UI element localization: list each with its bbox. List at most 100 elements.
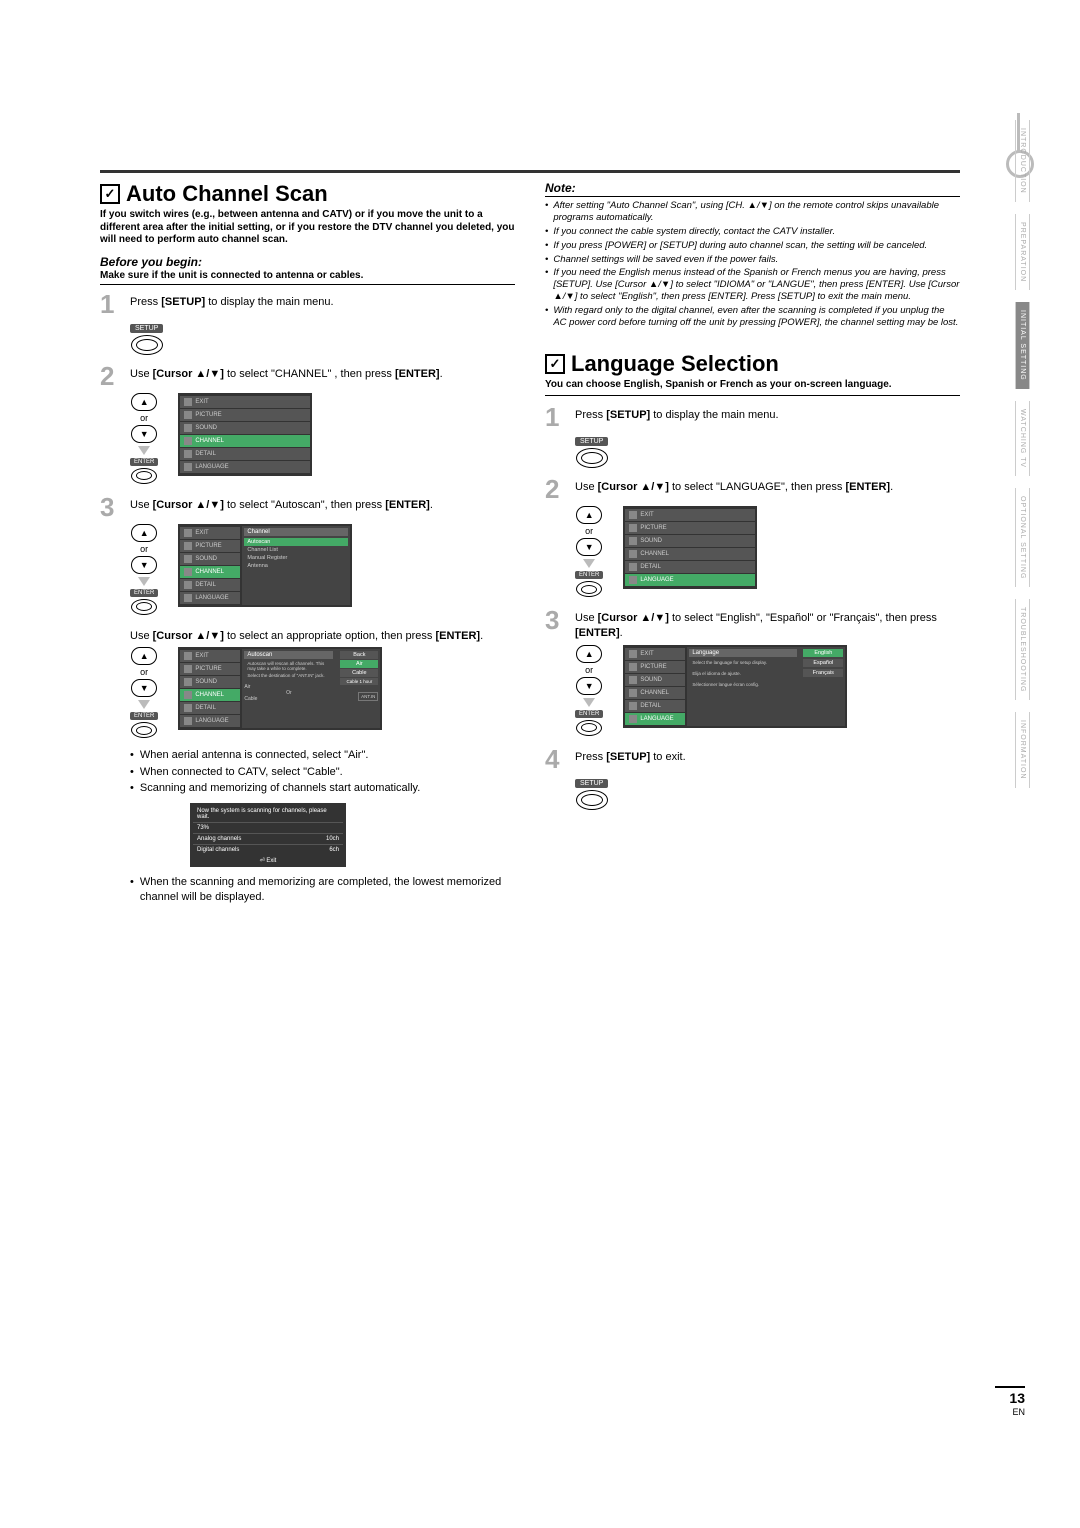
menu-sound: SOUND — [180, 422, 310, 434]
menu-channel: CHANNEL — [180, 566, 240, 578]
auto-scan-heading: ✓ Auto Channel Scan — [100, 181, 515, 207]
bullet-item: When connected to CATV, select "Cable". — [130, 765, 515, 780]
menu-exit: EXIT — [180, 396, 310, 408]
menu-sound: SOUND — [180, 553, 240, 565]
note-item: After setting "Auto Channel Scan", using… — [545, 200, 960, 224]
menu-language: LANGUAGE — [180, 592, 240, 604]
menu-exit: EXIT — [180, 650, 240, 662]
step-2: 2 Use [Cursor ▲/▼] to select "LANGUAGE",… — [545, 476, 960, 502]
menu-detail: DETAIL — [180, 579, 240, 591]
setup-button-icon — [131, 335, 163, 355]
or-label: or — [585, 526, 593, 536]
language-title: Language Selection — [571, 351, 779, 377]
tab-preparation: PREPARATION — [1015, 214, 1030, 290]
lang-row-es: Elija el idioma de ajuste. — [689, 670, 797, 677]
cursor-enter-graphic: ▲ or ▼ ENTER EXIT PICTURE SOUND CHANNEL … — [575, 506, 960, 597]
cursor-down-icon: ▼ — [131, 425, 157, 443]
bullet-item: When the scanning and memorizing are com… — [130, 875, 515, 906]
menu-detail: DETAIL — [625, 561, 755, 573]
step-number: 4 — [545, 746, 567, 772]
manual-page: INTRODUCTION PREPARATION INITIAL SETTING… — [0, 0, 1080, 1528]
scan-exit-label: ⏎ Exit — [193, 855, 343, 864]
menu-channel: CHANNEL — [625, 687, 685, 699]
cursor-down-icon: ▼ — [576, 677, 602, 695]
step-3: 3 Use [Cursor ▲/▼] to select "Autoscan",… — [100, 494, 515, 520]
submenu-manual-register: Manual Register — [244, 554, 348, 562]
submenu-antenna: Antenna — [244, 562, 348, 570]
lang-opt-english: English — [803, 649, 843, 657]
opt-cable: Cable — [340, 669, 378, 677]
bullet-item: Scanning and memorizing of channels star… — [130, 781, 515, 796]
submenu-title: Channel — [244, 528, 348, 536]
on-screen-menu: EXIT PICTURE SOUND CHANNEL DETAIL LANGUA… — [178, 393, 312, 476]
enter-button-icon — [131, 599, 157, 615]
or-label: or — [140, 667, 148, 677]
tab-watching-tv: WATCHING TV — [1015, 401, 1030, 476]
note-list: After setting "Auto Channel Scan", using… — [545, 200, 960, 329]
step-text: Use [Cursor ▲/▼] to select "Autoscan", t… — [130, 494, 515, 520]
enter-button-label: ENTER — [575, 710, 603, 718]
or-label: or — [140, 544, 148, 554]
enter-button-icon — [131, 722, 157, 738]
setup-button-graphic: SETUP — [575, 434, 960, 468]
step-text: Press [SETUP] to display the main menu. — [575, 404, 960, 430]
cursor-up-icon: ▲ — [576, 506, 602, 524]
side-tabs: INTRODUCTION PREPARATION INITIAL SETTING… — [1015, 120, 1030, 788]
setup-button-graphic: SETUP — [130, 321, 515, 355]
submenu-channel-list: Channel List — [244, 546, 348, 554]
menu-exit: EXIT — [625, 648, 685, 660]
scanning-progress-box: Now the system is scanning for channels,… — [190, 803, 346, 867]
setup-button-label: SETUP — [575, 779, 608, 788]
opt-air: Air — [340, 660, 378, 668]
cursor-down-icon: ▼ — [576, 538, 602, 556]
step-number: 2 — [545, 476, 567, 502]
triangle-down-icon — [583, 559, 595, 568]
menu-detail: DETAIL — [180, 702, 240, 714]
step-text: Press [SETUP] to display the main menu. — [130, 291, 515, 317]
menu-language: LANGUAGE — [180, 461, 310, 473]
language-submenu-title: Language — [689, 649, 797, 657]
scan-msg: Now the system is scanning for channels,… — [193, 806, 343, 822]
tab-introduction: INTRODUCTION — [1015, 120, 1030, 202]
or-label: or — [585, 665, 593, 675]
enter-button-icon — [576, 720, 602, 736]
top-rule — [100, 170, 960, 173]
cursor-enter-graphic: ▲ or ▼ ENTER EXIT PICTURE SOUND CHANNEL … — [575, 645, 960, 736]
page-number-block: 13 EN — [995, 1386, 1025, 1418]
menu-channel: CHANNEL — [180, 435, 310, 447]
menu-channel: CHANNEL — [180, 689, 240, 701]
triangle-down-icon — [138, 700, 150, 709]
cursor-up-icon: ▲ — [576, 645, 602, 663]
setup-button-label: SETUP — [575, 437, 608, 446]
auto-scan-title: Auto Channel Scan — [126, 181, 328, 207]
note-item: Channel settings will be saved even if t… — [545, 254, 960, 266]
cursor-enter-graphic: ▲ or ▼ ENTER EXIT PICTURE SOUND CHANNEL … — [130, 524, 515, 615]
setup-button-icon — [576, 790, 608, 810]
step-text: Use [Cursor ▲/▼] to select "LANGUAGE", t… — [575, 476, 960, 502]
page-lang: EN — [1012, 1407, 1025, 1417]
step-number: 2 — [100, 363, 122, 389]
bullet-list: When aerial antenna is connected, select… — [130, 748, 515, 796]
cursor-down-icon: ▼ — [131, 679, 157, 697]
menu-sound: SOUND — [180, 676, 240, 688]
note-heading: Note: — [545, 181, 960, 197]
step-text: Press [SETUP] to exit. — [575, 746, 960, 772]
bullet-item: When aerial antenna is connected, select… — [130, 748, 515, 763]
step-3b-text: Use [Cursor ▲/▼] to select an appropriat… — [130, 625, 515, 644]
setup-button-icon — [576, 448, 608, 468]
checkbox-icon: ✓ — [100, 184, 120, 204]
autoscan-msg1: Autoscan will rescan all channels. This … — [244, 661, 333, 673]
lang-row-en: Select the language for setup display. — [689, 659, 797, 666]
digital-channels-label: Digital channels — [197, 847, 239, 853]
menu-exit: EXIT — [625, 509, 755, 521]
cursor-enter-graphic: ▲ or ▼ ENTER EXIT PICTURE SOUND CHANNEL … — [130, 647, 515, 738]
enter-button-label: ENTER — [130, 458, 158, 466]
menu-language: LANGUAGE — [180, 715, 240, 727]
cursor-up-icon: ▲ — [131, 393, 157, 411]
triangle-down-icon — [138, 577, 150, 586]
cursor-down-icon: ▼ — [131, 556, 157, 574]
tab-initial-setting: INITIAL SETTING — [1015, 302, 1030, 389]
menu-exit: EXIT — [180, 527, 240, 539]
analog-channels-label: Analog channels — [197, 836, 241, 842]
language-heading: ✓Language Selection — [545, 351, 960, 377]
